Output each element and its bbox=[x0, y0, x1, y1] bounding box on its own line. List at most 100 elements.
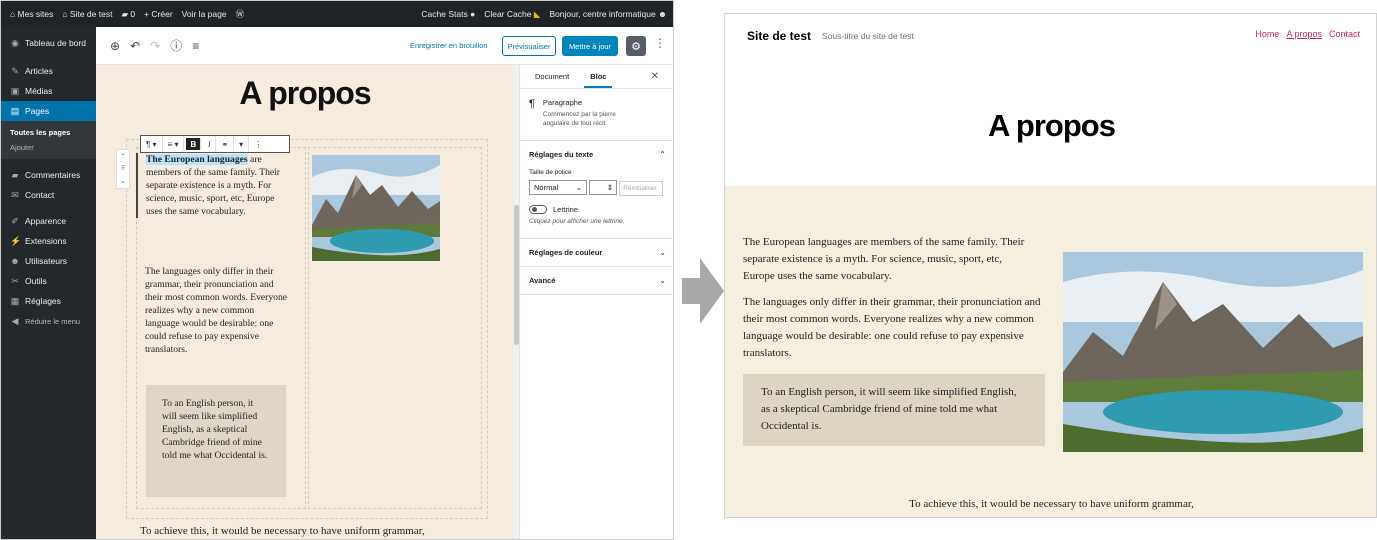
move-down-icon[interactable]: ⌄ bbox=[120, 178, 125, 185]
sidebar-item-media[interactable]: ▣ Médias bbox=[1, 81, 96, 101]
sidebar-item-dashboard[interactable]: ◉ Tableau de bord bbox=[1, 33, 96, 53]
dropcap-help: Cliquez pour afficher une lettrine. bbox=[529, 218, 625, 225]
sidebar-item-contact[interactable]: ✉ Contact bbox=[1, 185, 96, 205]
sidebar-item-articles[interactable]: ✎ Articles bbox=[1, 61, 96, 81]
save-draft-button[interactable]: Enregistrer en brouillon bbox=[410, 41, 488, 50]
paragraph-block-1[interactable]: The European languages are members of th… bbox=[136, 153, 284, 218]
move-up-icon[interactable]: ⌃ bbox=[120, 153, 125, 160]
dropcap-label: Lettrine bbox=[553, 205, 579, 214]
tab-document[interactable]: Document bbox=[529, 72, 575, 81]
my-sites-link[interactable]: ⌂ Mes sites bbox=[10, 9, 53, 19]
arrow-right-icon bbox=[682, 258, 724, 324]
submenu-add-page[interactable]: Ajouter bbox=[1, 140, 96, 155]
pin-icon: ✎ bbox=[11, 65, 19, 76]
cache-stats-link[interactable]: Cache Stats ● bbox=[421, 9, 475, 20]
paragraph-block-3[interactable]: To achieve this, it would be necessary t… bbox=[140, 525, 425, 537]
site-name-link[interactable]: ⌂ Site de test bbox=[62, 9, 112, 19]
mail-icon: ✉ bbox=[11, 189, 19, 200]
block-description: Commencez par la pierre angulaire de tou… bbox=[542, 111, 616, 127]
text-settings-toggle[interactable]: Réglages du texte ⌃ bbox=[529, 150, 666, 159]
info-icon[interactable]: ⓘ bbox=[170, 37, 182, 54]
new-content-link[interactable]: + Créer bbox=[144, 9, 173, 19]
editor-toolbar: ⊕ ↶ ↷ ⓘ ≡ Enregistrer en brouillon Prévi… bbox=[96, 27, 673, 65]
block-mover: ⌃ ⠿ ⌄ bbox=[116, 149, 130, 189]
chevron-down-icon: ⌄ bbox=[659, 248, 666, 257]
more-format-icon[interactable]: ▾ bbox=[234, 136, 250, 152]
site-paragraph-3: To achieve this, it would be necessary t… bbox=[909, 498, 1194, 510]
media-icon: ▣ bbox=[10, 85, 20, 96]
align-icon[interactable]: ≡ ▾ bbox=[163, 136, 185, 152]
undo-icon[interactable]: ↶ bbox=[130, 39, 140, 53]
pages-submenu: Toutes les pages Ajouter bbox=[1, 121, 96, 159]
site-nav: Home A propos Contact bbox=[1255, 29, 1360, 39]
sidebar-item-settings[interactable]: ▦ Réglages bbox=[1, 291, 96, 311]
update-button[interactable]: Mettre à jour bbox=[562, 36, 618, 56]
sidebar-item-appearance[interactable]: ✐ Apparence bbox=[1, 211, 96, 231]
pages-icon: ▤ bbox=[10, 105, 20, 116]
preview-button[interactable]: Prévisualiser bbox=[502, 36, 556, 56]
plugin-icon: ⚡ bbox=[10, 235, 22, 246]
wrench-icon: ✂ bbox=[11, 275, 19, 286]
settings-icon: ▦ bbox=[10, 295, 20, 306]
submenu-all-pages[interactable]: Toutes les pages bbox=[1, 125, 96, 140]
close-icon[interactable]: ✕ bbox=[645, 71, 665, 82]
block-card: ¶ Paragraphe Commencez par la pierre ang… bbox=[520, 89, 673, 141]
drag-handle-icon[interactable]: ⠿ bbox=[121, 165, 125, 172]
nav-contact[interactable]: Contact bbox=[1329, 29, 1360, 39]
paragraph-type-icon[interactable]: ¶ ▾ bbox=[141, 136, 163, 152]
bold-icon[interactable]: B bbox=[186, 138, 202, 150]
chevron-down-icon: ⌄ bbox=[575, 183, 582, 192]
sidebar-item-pages[interactable]: ▤ Pages bbox=[1, 101, 96, 121]
custom-size-input[interactable]: ⇕ bbox=[589, 180, 618, 195]
panel-tabs: Document Bloc ✕ bbox=[520, 65, 673, 89]
nav-about[interactable]: A propos bbox=[1286, 29, 1322, 39]
quote-block[interactable]: To an English person, it will seem like … bbox=[146, 385, 286, 497]
text-settings-section: Réglages du texte ⌃ Taille de police Norm… bbox=[520, 141, 673, 239]
site-tagline: Sous-titre du site de test bbox=[822, 31, 914, 41]
chevron-up-icon: ⌃ bbox=[659, 150, 666, 159]
site-paragraph-1: The European languages are members of th… bbox=[743, 236, 1025, 282]
color-settings-section[interactable]: Réglages de couleur ⌄ bbox=[520, 239, 673, 267]
redo-icon[interactable]: ↷ bbox=[150, 39, 160, 53]
comments-link[interactable]: ▰ 0 bbox=[121, 9, 135, 20]
advanced-section[interactable]: Avancé ⌄ bbox=[520, 267, 673, 295]
site-title[interactable]: Site de test bbox=[747, 29, 811, 43]
page-content: The European languages are members of th… bbox=[725, 186, 1376, 517]
sidebar-item-tools[interactable]: ✂ Outils bbox=[1, 271, 96, 291]
settings-gear-icon[interactable]: ⚙ bbox=[626, 36, 646, 56]
sidebar-item-comments[interactable]: ▰ Commentaires bbox=[1, 165, 96, 185]
chevron-down-icon: ⌄ bbox=[659, 276, 666, 285]
nav-home[interactable]: Home bbox=[1255, 29, 1279, 39]
admin-bar: ⌂ Mes sites ⌂ Site de test ▰ 0 + Créer V… bbox=[1, 1, 673, 27]
sidebar-collapse-menu[interactable]: ◀ Réduire le menu bbox=[1, 311, 96, 331]
block-name: Paragraphe bbox=[542, 98, 583, 107]
post-title[interactable]: A propos bbox=[96, 75, 514, 112]
site-paragraph-2: The languages only differ in their gramm… bbox=[743, 296, 1041, 359]
greeting-link[interactable]: Bonjour, centre informatique ☻ bbox=[549, 9, 667, 20]
site-quote: To an English person, it will seem like … bbox=[743, 374, 1045, 446]
selected-text: The European languages bbox=[146, 154, 248, 165]
lake-mountain-image[interactable] bbox=[312, 155, 440, 261]
font-size-select[interactable]: Normal ⌄ bbox=[529, 180, 587, 195]
italic-icon[interactable]: I bbox=[203, 136, 217, 152]
comment-icon: ▰ bbox=[11, 169, 19, 180]
wordpress-icon[interactable]: Ⓦ bbox=[236, 8, 245, 20]
sidebar-item-plugins[interactable]: ⚡ Extensions bbox=[1, 231, 96, 251]
clear-cache-link[interactable]: Clear Cache ◣ bbox=[484, 9, 540, 20]
more-menu-icon[interactable]: ⋮ bbox=[654, 36, 666, 50]
tab-block[interactable]: Bloc bbox=[584, 72, 613, 88]
paragraph-icon: ¶ bbox=[529, 98, 535, 110]
link-icon[interactable]: ⚭ bbox=[216, 136, 235, 152]
outline-icon[interactable]: ≡ bbox=[192, 39, 199, 53]
site-preview: Site de test Sous-titre du site de test … bbox=[724, 13, 1377, 518]
reset-button[interactable]: Réinitialiser bbox=[619, 181, 664, 196]
wordpress-editor-screenshot: ⌂ Mes sites ⌂ Site de test ▰ 0 + Créer V… bbox=[0, 0, 674, 540]
sidebar-item-users[interactable]: ☻ Utilisateurs bbox=[1, 251, 96, 271]
view-page-link[interactable]: Voir la page bbox=[182, 9, 227, 19]
admin-sidebar: ◉ Tableau de bord ✎ Articles ▣ Médias ▤ Page… bbox=[1, 27, 96, 539]
dropcap-toggle[interactable] bbox=[529, 205, 547, 214]
add-block-icon[interactable]: ⊕ bbox=[110, 39, 120, 53]
paragraph-block-2[interactable]: The languages only differ in their gramm… bbox=[145, 265, 290, 356]
block-options-icon[interactable]: ⋮ bbox=[249, 136, 267, 152]
users-icon: ☻ bbox=[10, 256, 20, 266]
